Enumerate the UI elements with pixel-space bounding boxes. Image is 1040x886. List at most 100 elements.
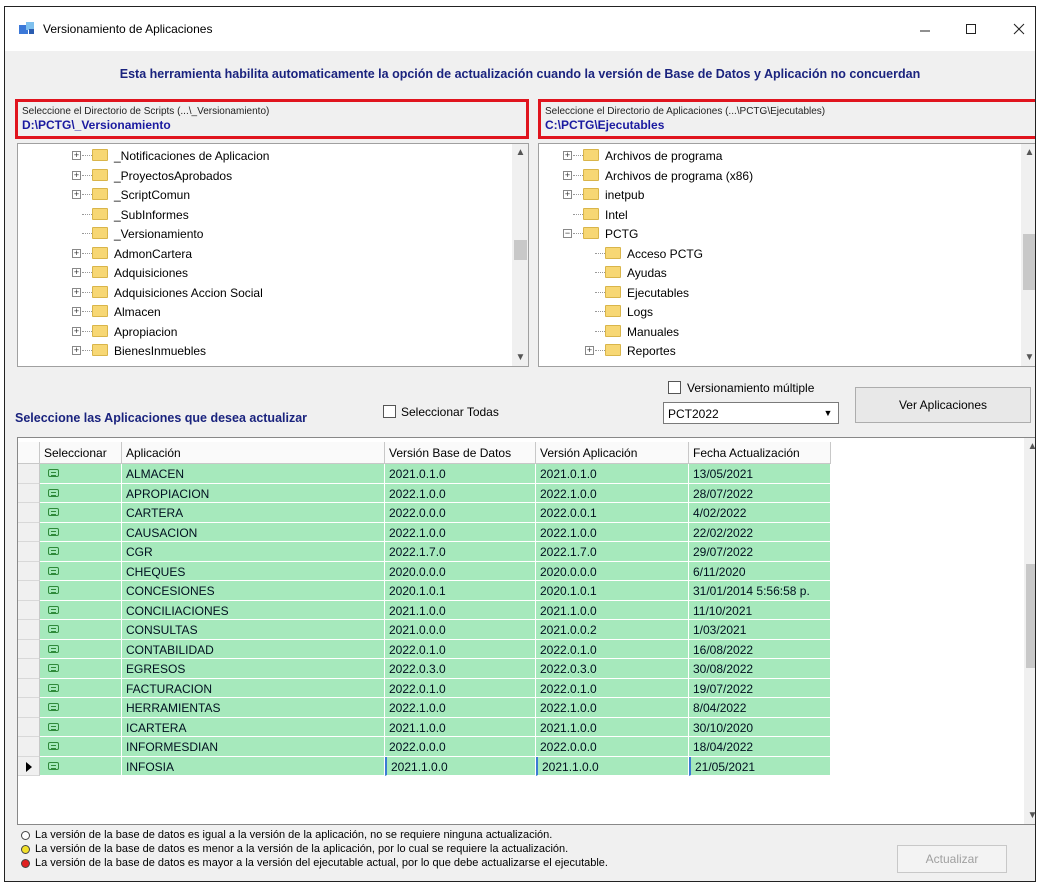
select-all-label[interactable]: Seleccionar Todas bbox=[401, 405, 499, 419]
table-cell[interactable]: EGRESOS bbox=[122, 659, 385, 679]
view-apps-button[interactable]: Ver Aplicaciones bbox=[855, 387, 1031, 423]
tree-node[interactable]: Manuales bbox=[539, 322, 1009, 341]
table-cell[interactable]: 1/03/2021 bbox=[689, 620, 831, 640]
table-row[interactable]: CONSULTAS 2021.0.0.0 2021.0.0.2 1/03/2021 bbox=[18, 620, 831, 640]
table-cell[interactable]: CHEQUES bbox=[122, 561, 385, 581]
expand-icon[interactable]: + bbox=[72, 268, 81, 277]
update-button[interactable]: Actualizar bbox=[897, 845, 1007, 873]
table-row[interactable]: CGR 2022.1.7.0 2022.1.7.0 29/07/2022 bbox=[18, 542, 831, 562]
scripts-tree-scrollbar[interactable]: ▲ ▼ bbox=[512, 144, 528, 366]
table-cell[interactable]: 2020.1.0.1 bbox=[385, 581, 536, 601]
table-cell[interactable]: CONTABILIDAD bbox=[122, 639, 385, 659]
table-cell[interactable]: 2021.1.0.0 bbox=[385, 600, 536, 620]
table-row[interactable]: CONTABILIDAD 2022.0.1.0 2022.0.1.0 16/08/20… bbox=[18, 639, 831, 659]
row-header[interactable] bbox=[18, 600, 40, 620]
table-row[interactable]: APROPIACION 2022.1.0.0 2022.1.0.0 28/07/202… bbox=[18, 483, 831, 503]
select-cell[interactable] bbox=[40, 542, 122, 562]
select-cell[interactable] bbox=[40, 620, 122, 640]
select-cell[interactable] bbox=[40, 581, 122, 601]
table-cell[interactable]: INFORMESDIAN bbox=[122, 737, 385, 757]
expand-icon[interactable]: + bbox=[72, 346, 81, 355]
row-header[interactable] bbox=[18, 620, 40, 640]
table-cell[interactable]: 2021.1.0.0 bbox=[536, 756, 689, 776]
tree-node[interactable]: + _Notificaciones de Aplicacion bbox=[18, 146, 488, 165]
expand-icon[interactable]: + bbox=[563, 151, 572, 160]
table-cell[interactable]: 2022.0.1.0 bbox=[536, 639, 689, 659]
tree-node[interactable]: _SubInformes bbox=[18, 205, 488, 224]
table-cell[interactable]: 2022.1.0.0 bbox=[385, 698, 536, 718]
table-cell[interactable]: 2022.1.0.0 bbox=[385, 483, 536, 503]
tree-node[interactable]: + BienesInmuebles bbox=[18, 341, 488, 360]
table-cell[interactable]: 2020.0.0.0 bbox=[385, 561, 536, 581]
tree-node[interactable]: Ayudas bbox=[539, 263, 1009, 282]
table-row[interactable]: EGRESOS 2022.0.3.0 2022.0.3.0 30/08/2022 bbox=[18, 659, 831, 679]
table-cell[interactable]: 19/07/2022 bbox=[689, 678, 831, 698]
row-header[interactable] bbox=[18, 659, 40, 679]
tree-node[interactable]: Intel bbox=[539, 205, 1009, 224]
table-cell[interactable]: 16/08/2022 bbox=[689, 639, 831, 659]
tree-node[interactable]: Ejecutables bbox=[539, 283, 1009, 302]
maximize-button[interactable] bbox=[951, 17, 991, 41]
table-row[interactable]: FACTURACION 2022.0.1.0 2022.0.1.0 19/07/202… bbox=[18, 678, 831, 698]
scroll-down-icon[interactable]: ▼ bbox=[1024, 807, 1035, 824]
table-cell[interactable]: 11/10/2021 bbox=[689, 600, 831, 620]
table-row[interactable]: ALMACEN 2021.0.1.0 2021.0.1.0 13/05/2021 bbox=[18, 464, 831, 484]
table-cell[interactable]: 2020.1.0.1 bbox=[536, 581, 689, 601]
scripts-folder-tree[interactable]: ▲ ▼ + _Notificaciones de Aplicacion + _Proy… bbox=[17, 143, 529, 367]
row-header[interactable] bbox=[18, 756, 40, 776]
tree-node[interactable]: + AdmonCartera bbox=[18, 244, 488, 263]
table-row[interactable]: CONCESIONES 2020.1.0.1 2020.1.0.1 31/01/201… bbox=[18, 581, 831, 601]
table-cell[interactable]: CONCILIACIONES bbox=[122, 600, 385, 620]
table-cell[interactable]: CONSULTAS bbox=[122, 620, 385, 640]
expand-icon[interactable]: + bbox=[563, 170, 572, 180]
scroll-down-icon[interactable]: ▼ bbox=[512, 349, 528, 366]
select-cell[interactable] bbox=[40, 464, 122, 484]
select-all-checkbox[interactable] bbox=[383, 405, 396, 418]
table-cell[interactable]: 18/04/2022 bbox=[689, 737, 831, 757]
table-cell[interactable]: 2021.1.0.0 bbox=[385, 717, 536, 737]
table-cell[interactable]: HERRAMIENTAS bbox=[122, 698, 385, 718]
table-cell[interactable]: 21/05/2021 bbox=[689, 756, 831, 776]
select-cell[interactable] bbox=[40, 503, 122, 523]
column-header[interactable]: Aplicación bbox=[122, 442, 385, 464]
expand-icon[interactable]: + bbox=[72, 190, 81, 199]
table-row[interactable]: CONCILIACIONES 2021.1.0.0 2021.1.0.0 11/10/… bbox=[18, 600, 831, 620]
table-cell[interactable]: 29/07/2022 bbox=[689, 542, 831, 562]
expand-icon[interactable]: + bbox=[72, 151, 81, 160]
table-cell[interactable]: 2020.0.0.0 bbox=[536, 561, 689, 581]
scroll-thumb[interactable] bbox=[514, 240, 527, 260]
column-header[interactable]: Versión Aplicación bbox=[536, 442, 689, 464]
applications-grid[interactable]: ▲ ▼ SeleccionarAplicaciónVersión Base de… bbox=[17, 437, 1035, 825]
expand-icon[interactable]: + bbox=[72, 326, 81, 336]
table-cell[interactable]: CGR bbox=[122, 542, 385, 562]
table-cell[interactable]: CONCESIONES bbox=[122, 581, 385, 601]
select-cell[interactable] bbox=[40, 600, 122, 620]
table-cell[interactable]: ALMACEN bbox=[122, 464, 385, 484]
row-header[interactable] bbox=[18, 522, 40, 542]
table-cell[interactable]: 2021.1.0.0 bbox=[536, 600, 689, 620]
tree-node[interactable]: + Reportes bbox=[539, 341, 1009, 360]
expand-icon[interactable]: + bbox=[72, 248, 81, 258]
table-row[interactable]: INFOSIA 2021.1.0.0 2021.1.0.0 21/05/2021 bbox=[18, 756, 831, 776]
expand-icon[interactable]: + bbox=[72, 287, 81, 297]
table-cell[interactable]: 2022.0.0.0 bbox=[385, 503, 536, 523]
table-cell[interactable]: 13/05/2021 bbox=[689, 464, 831, 484]
table-cell[interactable]: 2022.0.0.1 bbox=[536, 503, 689, 523]
table-cell[interactable]: 22/02/2022 bbox=[689, 522, 831, 542]
table-row[interactable]: HERRAMIENTAS 2022.1.0.0 2022.1.0.0 8/04/202… bbox=[18, 698, 831, 718]
tree-node[interactable]: + inetpub bbox=[539, 185, 1009, 204]
expand-icon[interactable]: + bbox=[563, 190, 572, 199]
table-cell[interactable]: 28/07/2022 bbox=[689, 483, 831, 503]
apps-folder-tree[interactable]: ▲ ▼ + Archivos de programa + Archivos de pr… bbox=[538, 143, 1035, 367]
column-header[interactable]: Fecha Actualización bbox=[689, 442, 831, 464]
table-cell[interactable]: APROPIACION bbox=[122, 483, 385, 503]
row-header[interactable] bbox=[18, 639, 40, 659]
table-cell[interactable]: 30/08/2022 bbox=[689, 659, 831, 679]
table-cell[interactable]: FACTURACION bbox=[122, 678, 385, 698]
row-header[interactable] bbox=[18, 678, 40, 698]
table-cell[interactable]: 2022.0.0.0 bbox=[385, 737, 536, 757]
multi-version-label[interactable]: Versionamiento múltiple bbox=[687, 381, 814, 395]
tree-node[interactable]: − PCTG bbox=[539, 224, 1009, 243]
tree-node[interactable]: Acceso PCTG bbox=[539, 244, 1009, 263]
expand-icon[interactable]: + bbox=[72, 170, 81, 180]
